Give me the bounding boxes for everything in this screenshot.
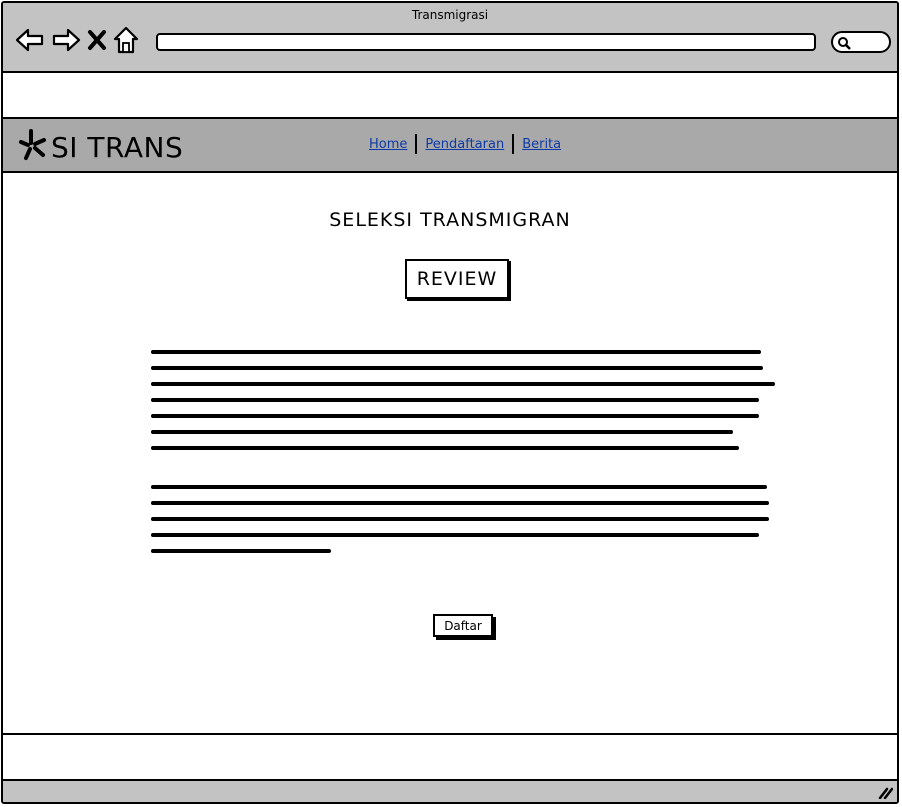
nav-link-pendaftaran[interactable]: Pendaftaran: [417, 137, 512, 152]
home-icon[interactable]: [113, 26, 139, 54]
brand-name: SI TRANS: [51, 130, 184, 164]
main-content: SELEKSI TRANSMIGRAN REVIEW Daftar: [3, 173, 897, 733]
placeholder-paragraph: [151, 485, 769, 565]
close-x-icon[interactable]: [87, 28, 107, 52]
resize-grip-icon[interactable]: [877, 784, 894, 802]
main-nav: Home Pendaftaran Berita: [361, 134, 569, 154]
window-title: Transmigrasi: [411, 8, 489, 22]
footer-area: [3, 733, 897, 781]
review-heading: REVIEW: [405, 259, 509, 299]
page-title: SELEKSI TRANSMIGRAN: [329, 209, 571, 231]
star-burst-icon: [19, 129, 47, 165]
brand[interactable]: SI TRANS: [19, 129, 183, 165]
nav-link-home[interactable]: Home: [361, 137, 415, 152]
forward-arrow-icon[interactable]: [51, 27, 81, 53]
browser-window: Transmigrasi SI TRANS Home Pendaftaran B…: [1, 1, 899, 804]
address-bar[interactable]: [156, 33, 816, 51]
search-field[interactable]: [831, 31, 891, 53]
back-arrow-icon[interactable]: [15, 27, 45, 53]
app-header: SI TRANS Home Pendaftaran Berita: [3, 119, 897, 173]
browser-toolbar: Transmigrasi: [3, 3, 897, 73]
top-blank-area: [3, 73, 897, 119]
placeholder-paragraph: [151, 350, 775, 462]
nav-link-berita[interactable]: Berita: [514, 137, 569, 152]
status-bar: [3, 781, 897, 802]
navigation-buttons: [15, 25, 139, 55]
register-button[interactable]: Daftar: [433, 614, 493, 637]
